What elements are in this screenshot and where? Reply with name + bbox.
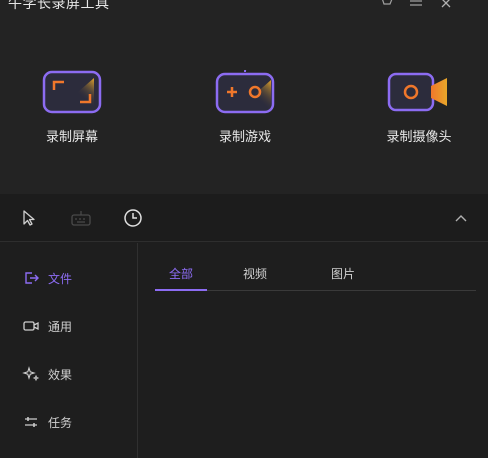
- clock-icon[interactable]: [121, 206, 145, 230]
- gamepad-icon: [215, 70, 275, 114]
- chevron-up-icon[interactable]: [449, 206, 473, 230]
- cursor-icon[interactable]: [17, 206, 41, 230]
- keyboard-icon[interactable]: [69, 206, 93, 230]
- record-screen-icon: [42, 70, 102, 114]
- record-game-label: 录制游戏: [218, 130, 271, 145]
- sidebar-item-files[interactable]: 文件: [22, 267, 72, 289]
- export-icon: [22, 270, 40, 286]
- record-webcam-label: 录制摄像头: [386, 130, 452, 145]
- hamburger-menu-icon[interactable]: [408, 0, 424, 10]
- record-webcam-button[interactable]: 录制摄像头: [354, 70, 484, 145]
- tab-videos[interactable]: 视频: [229, 265, 281, 291]
- toolbar: [0, 194, 488, 242]
- video-icon: [22, 318, 40, 334]
- file-list-panel: 全部 视频 图片: [139, 243, 488, 458]
- record-screen-button[interactable]: 录制屏幕: [7, 70, 137, 145]
- webcam-icon: [387, 72, 447, 112]
- recording-modes-panel: 录制屏幕 录制游戏 录制摄像头: [0, 14, 488, 194]
- sidebar-item-label: 文件: [48, 271, 73, 286]
- settings-sidebar: 文件 通用 效果 任务: [0, 243, 138, 458]
- title-bar: 牛学长录屏工具: [0, 0, 488, 14]
- sidebar-item-general[interactable]: 通用: [22, 315, 72, 337]
- record-screen-label: 录制屏幕: [45, 130, 98, 145]
- tab-all[interactable]: 全部: [155, 265, 207, 291]
- tab-images[interactable]: 图片: [317, 265, 369, 291]
- record-game-button[interactable]: 录制游戏: [180, 70, 310, 145]
- cart-icon[interactable]: [378, 0, 394, 10]
- sidebar-item-label: 任务: [48, 415, 73, 430]
- sliders-icon: [22, 414, 40, 430]
- app-title: 牛学长录屏工具: [8, 0, 110, 12]
- sidebar-item-effects[interactable]: 效果: [22, 363, 72, 385]
- file-filter-tabs: 全部 视频 图片: [155, 265, 476, 291]
- sparkle-icon: [22, 366, 40, 382]
- sidebar-item-label: 通用: [48, 319, 73, 334]
- sidebar-item-tasks[interactable]: 任务: [22, 411, 72, 433]
- close-icon[interactable]: [438, 0, 454, 10]
- sidebar-item-label: 效果: [48, 367, 73, 382]
